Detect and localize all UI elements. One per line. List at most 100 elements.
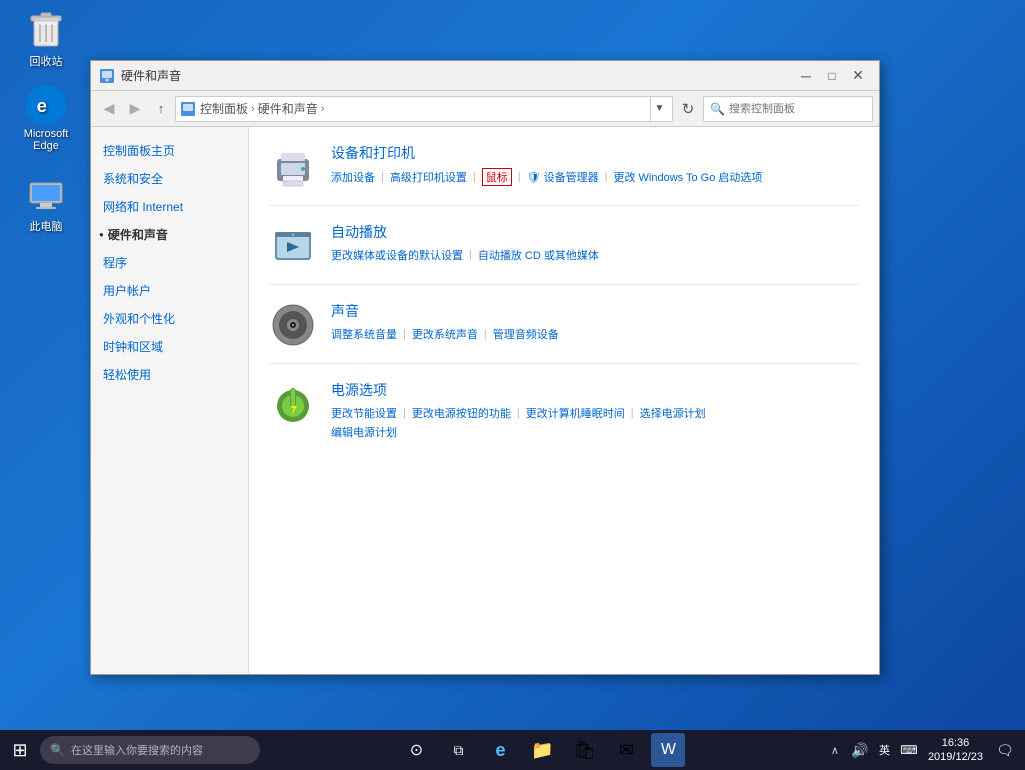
sidebar-item-appearance[interactable]: 外观和个性化 bbox=[91, 305, 248, 333]
tray-ime[interactable]: ⌨ bbox=[898, 735, 920, 765]
forward-button[interactable]: ▶ bbox=[123, 96, 147, 122]
sound-icon bbox=[269, 301, 317, 349]
autoplay-category: 自动播放 更改媒体或设备的默认设置 | 自动播放 CD 或其他媒体 bbox=[269, 222, 859, 285]
link-change-sound[interactable]: 更改系统声音 bbox=[412, 326, 478, 342]
power-links-row2: 编辑电源计划 bbox=[331, 424, 859, 440]
taskbar: ⊞ 🔍 在这里输入你要搜索的内容 ⊙ ⧉ e 📁 🛍 ✉ W ∧ 🔊 英 ⌨ 1… bbox=[0, 730, 1025, 770]
sidebar-item-control-panel-home[interactable]: 控制面板主页 bbox=[91, 137, 248, 165]
bullet: ● bbox=[99, 229, 104, 241]
content-panel: 设备和打印机 添加设备 | 高级打印机设置 | 鼠标 | 🛡 设备管理器 | 更… bbox=[249, 127, 879, 674]
this-pc-label: 此电脑 bbox=[30, 218, 63, 234]
autoplay-title[interactable]: 自动播放 bbox=[331, 222, 859, 242]
search-icon: 🔍 bbox=[710, 102, 725, 116]
window-title: 硬件和声音 bbox=[121, 67, 793, 84]
refresh-button[interactable]: ↻ bbox=[675, 96, 701, 122]
main-area: 控制面板主页 系统和安全 网络和 Internet ● 硬件和声音 程序 用户帐… bbox=[91, 127, 879, 674]
sidebar-item-ease-of-access[interactable]: 轻松使用 bbox=[91, 361, 248, 389]
autoplay-links: 更改媒体或设备的默认设置 | 自动播放 CD 或其他媒体 bbox=[331, 247, 859, 263]
sidebar-item-network-internet[interactable]: 网络和 Internet bbox=[91, 193, 248, 221]
sidebar-item-hardware-sound[interactable]: ● 硬件和声音 bbox=[91, 221, 248, 249]
this-pc-icon[interactable]: 此电脑 bbox=[12, 175, 80, 234]
minimize-button[interactable]: ─ bbox=[793, 65, 819, 87]
link-device-manager[interactable]: 🛡 设备管理器 bbox=[527, 169, 599, 185]
link-power-plan[interactable]: 选择电源计划 bbox=[640, 405, 706, 421]
breadcrumb-hardware[interactable]: 硬件和声音 bbox=[258, 100, 318, 117]
taskbar-search-icon: 🔍 bbox=[50, 743, 65, 757]
system-tray: ∧ 🔊 英 ⌨ 16:36 2019/12/23 🗨 bbox=[825, 735, 1025, 765]
breadcrumb-sep2: › bbox=[321, 103, 325, 115]
address-icon bbox=[180, 101, 196, 117]
devices-printers-content: 设备和打印机 添加设备 | 高级打印机设置 | 鼠标 | 🛡 设备管理器 | 更… bbox=[331, 143, 859, 186]
address-field[interactable]: 控制面板 › 硬件和声音 › ▼ bbox=[175, 96, 673, 122]
sep4: | bbox=[605, 171, 608, 183]
title-bar: 硬件和声音 ─ □ ✕ bbox=[91, 61, 879, 91]
link-autoplay-cd[interactable]: 自动播放 CD 或其他媒体 bbox=[478, 247, 599, 263]
search-input[interactable] bbox=[729, 103, 866, 115]
sound-content: 声音 调整系统音量 | 更改系统声音 | 管理音频设备 bbox=[331, 301, 859, 342]
autoplay-icon bbox=[269, 222, 317, 270]
devices-printers-category: 设备和打印机 添加设备 | 高级打印机设置 | 鼠标 | 🛡 设备管理器 | 更… bbox=[269, 143, 859, 206]
link-manage-audio[interactable]: 管理音频设备 bbox=[493, 326, 559, 342]
autoplay-content: 自动播放 更改媒体或设备的默认设置 | 自动播放 CD 或其他媒体 bbox=[331, 222, 859, 263]
start-button[interactable]: ⊞ bbox=[0, 730, 40, 770]
sidebar-item-user-accounts[interactable]: 用户帐户 bbox=[91, 277, 248, 305]
close-button[interactable]: ✕ bbox=[845, 65, 871, 87]
hardware-sound-window: 硬件和声音 ─ □ ✕ ◀ ▶ ↑ 控制面板 › 硬件和声音 › bbox=[90, 60, 880, 675]
devices-printers-links: 添加设备 | 高级打印机设置 | 鼠标 | 🛡 设备管理器 | 更改 Windo… bbox=[331, 168, 859, 186]
sep-s1: | bbox=[403, 328, 406, 340]
link-edit-power-plan[interactable]: 编辑电源计划 bbox=[331, 427, 397, 439]
taskbar-icon-explorer[interactable]: 📁 bbox=[525, 733, 559, 767]
recycle-bin-label: 回收站 bbox=[30, 53, 63, 69]
clock-time: 16:36 bbox=[928, 736, 983, 750]
sep-p1: | bbox=[403, 407, 406, 419]
up-button[interactable]: ↑ bbox=[149, 96, 173, 122]
taskbar-icon-task-view[interactable]: ⊙ bbox=[399, 733, 433, 767]
tray-language[interactable]: 英 bbox=[875, 735, 894, 765]
sidebar-item-clock-region[interactable]: 时钟和区域 bbox=[91, 333, 248, 361]
taskbar-icon-multitask[interactable]: ⧉ bbox=[441, 733, 475, 767]
link-adjust-volume[interactable]: 调整系统音量 bbox=[331, 326, 397, 342]
back-button[interactable]: ◀ bbox=[97, 96, 121, 122]
taskbar-middle: ⊙ ⧉ e 📁 🛍 ✉ W bbox=[260, 733, 825, 767]
sep-auto: | bbox=[469, 249, 472, 261]
sound-title[interactable]: 声音 bbox=[331, 301, 859, 321]
link-windows-to-go[interactable]: 更改 Windows To Go 启动选项 bbox=[613, 169, 762, 185]
link-mouse[interactable]: 鼠标 bbox=[482, 168, 512, 186]
sound-category: 声音 调整系统音量 | 更改系统声音 | 管理音频设备 bbox=[269, 301, 859, 364]
edge-icon[interactable]: e Microsoft Edge bbox=[12, 85, 80, 152]
clock-date: 2019/12/23 bbox=[928, 750, 983, 764]
taskbar-icon-edge[interactable]: e bbox=[483, 733, 517, 767]
sep-p3: | bbox=[631, 407, 634, 419]
sep1: | bbox=[381, 171, 384, 183]
link-add-device[interactable]: 添加设备 bbox=[331, 169, 375, 185]
tray-show-icons[interactable]: ∧ bbox=[825, 735, 845, 765]
address-bar: ◀ ▶ ↑ 控制面板 › 硬件和声音 › ▼ ↻ 🔍 bbox=[91, 91, 879, 127]
power-content: 电源选项 更改节能设置 | 更改电源按钮的功能 | 更改计算机睡眠时间 | 选择… bbox=[331, 380, 859, 440]
tray-speaker[interactable]: 🔊 bbox=[849, 735, 871, 765]
svg-text:e: e bbox=[37, 95, 47, 116]
maximize-button[interactable]: □ bbox=[819, 65, 845, 87]
notification-button[interactable]: 🗨 bbox=[991, 735, 1019, 765]
breadcrumb-controlpanel[interactable]: 控制面板 bbox=[200, 100, 248, 117]
sidebar-item-system-security[interactable]: 系统和安全 bbox=[91, 165, 248, 193]
sidebar-item-programs[interactable]: 程序 bbox=[91, 249, 248, 277]
taskbar-icon-word[interactable]: W bbox=[651, 733, 685, 767]
taskbar-icon-mail[interactable]: ✉ bbox=[609, 733, 643, 767]
search-box[interactable]: 🔍 bbox=[703, 96, 873, 122]
taskbar-search[interactable]: 🔍 在这里输入你要搜索的内容 bbox=[40, 736, 260, 764]
sep-s2: | bbox=[484, 328, 487, 340]
link-change-default[interactable]: 更改媒体或设备的默认设置 bbox=[331, 247, 463, 263]
breadcrumb: 控制面板 › 硬件和声音 › bbox=[200, 100, 324, 117]
recycle-bin-icon[interactable]: 回收站 bbox=[12, 10, 80, 69]
taskbar-icon-store[interactable]: 🛍 bbox=[567, 733, 601, 767]
sidebar: 控制面板主页 系统和安全 网络和 Internet ● 硬件和声音 程序 用户帐… bbox=[91, 127, 249, 674]
link-energy-settings[interactable]: 更改节能设置 bbox=[331, 405, 397, 421]
link-printer-settings[interactable]: 高级打印机设置 bbox=[390, 169, 467, 185]
devices-printers-icon bbox=[269, 143, 317, 191]
link-power-button[interactable]: 更改电源按钮的功能 bbox=[412, 405, 511, 421]
edge-label: Microsoft Edge bbox=[12, 128, 80, 152]
devices-printers-title[interactable]: 设备和打印机 bbox=[331, 143, 859, 163]
power-title[interactable]: 电源选项 bbox=[331, 380, 859, 400]
link-sleep-time[interactable]: 更改计算机睡眠时间 bbox=[526, 405, 625, 421]
clock[interactable]: 16:36 2019/12/23 bbox=[924, 736, 987, 765]
